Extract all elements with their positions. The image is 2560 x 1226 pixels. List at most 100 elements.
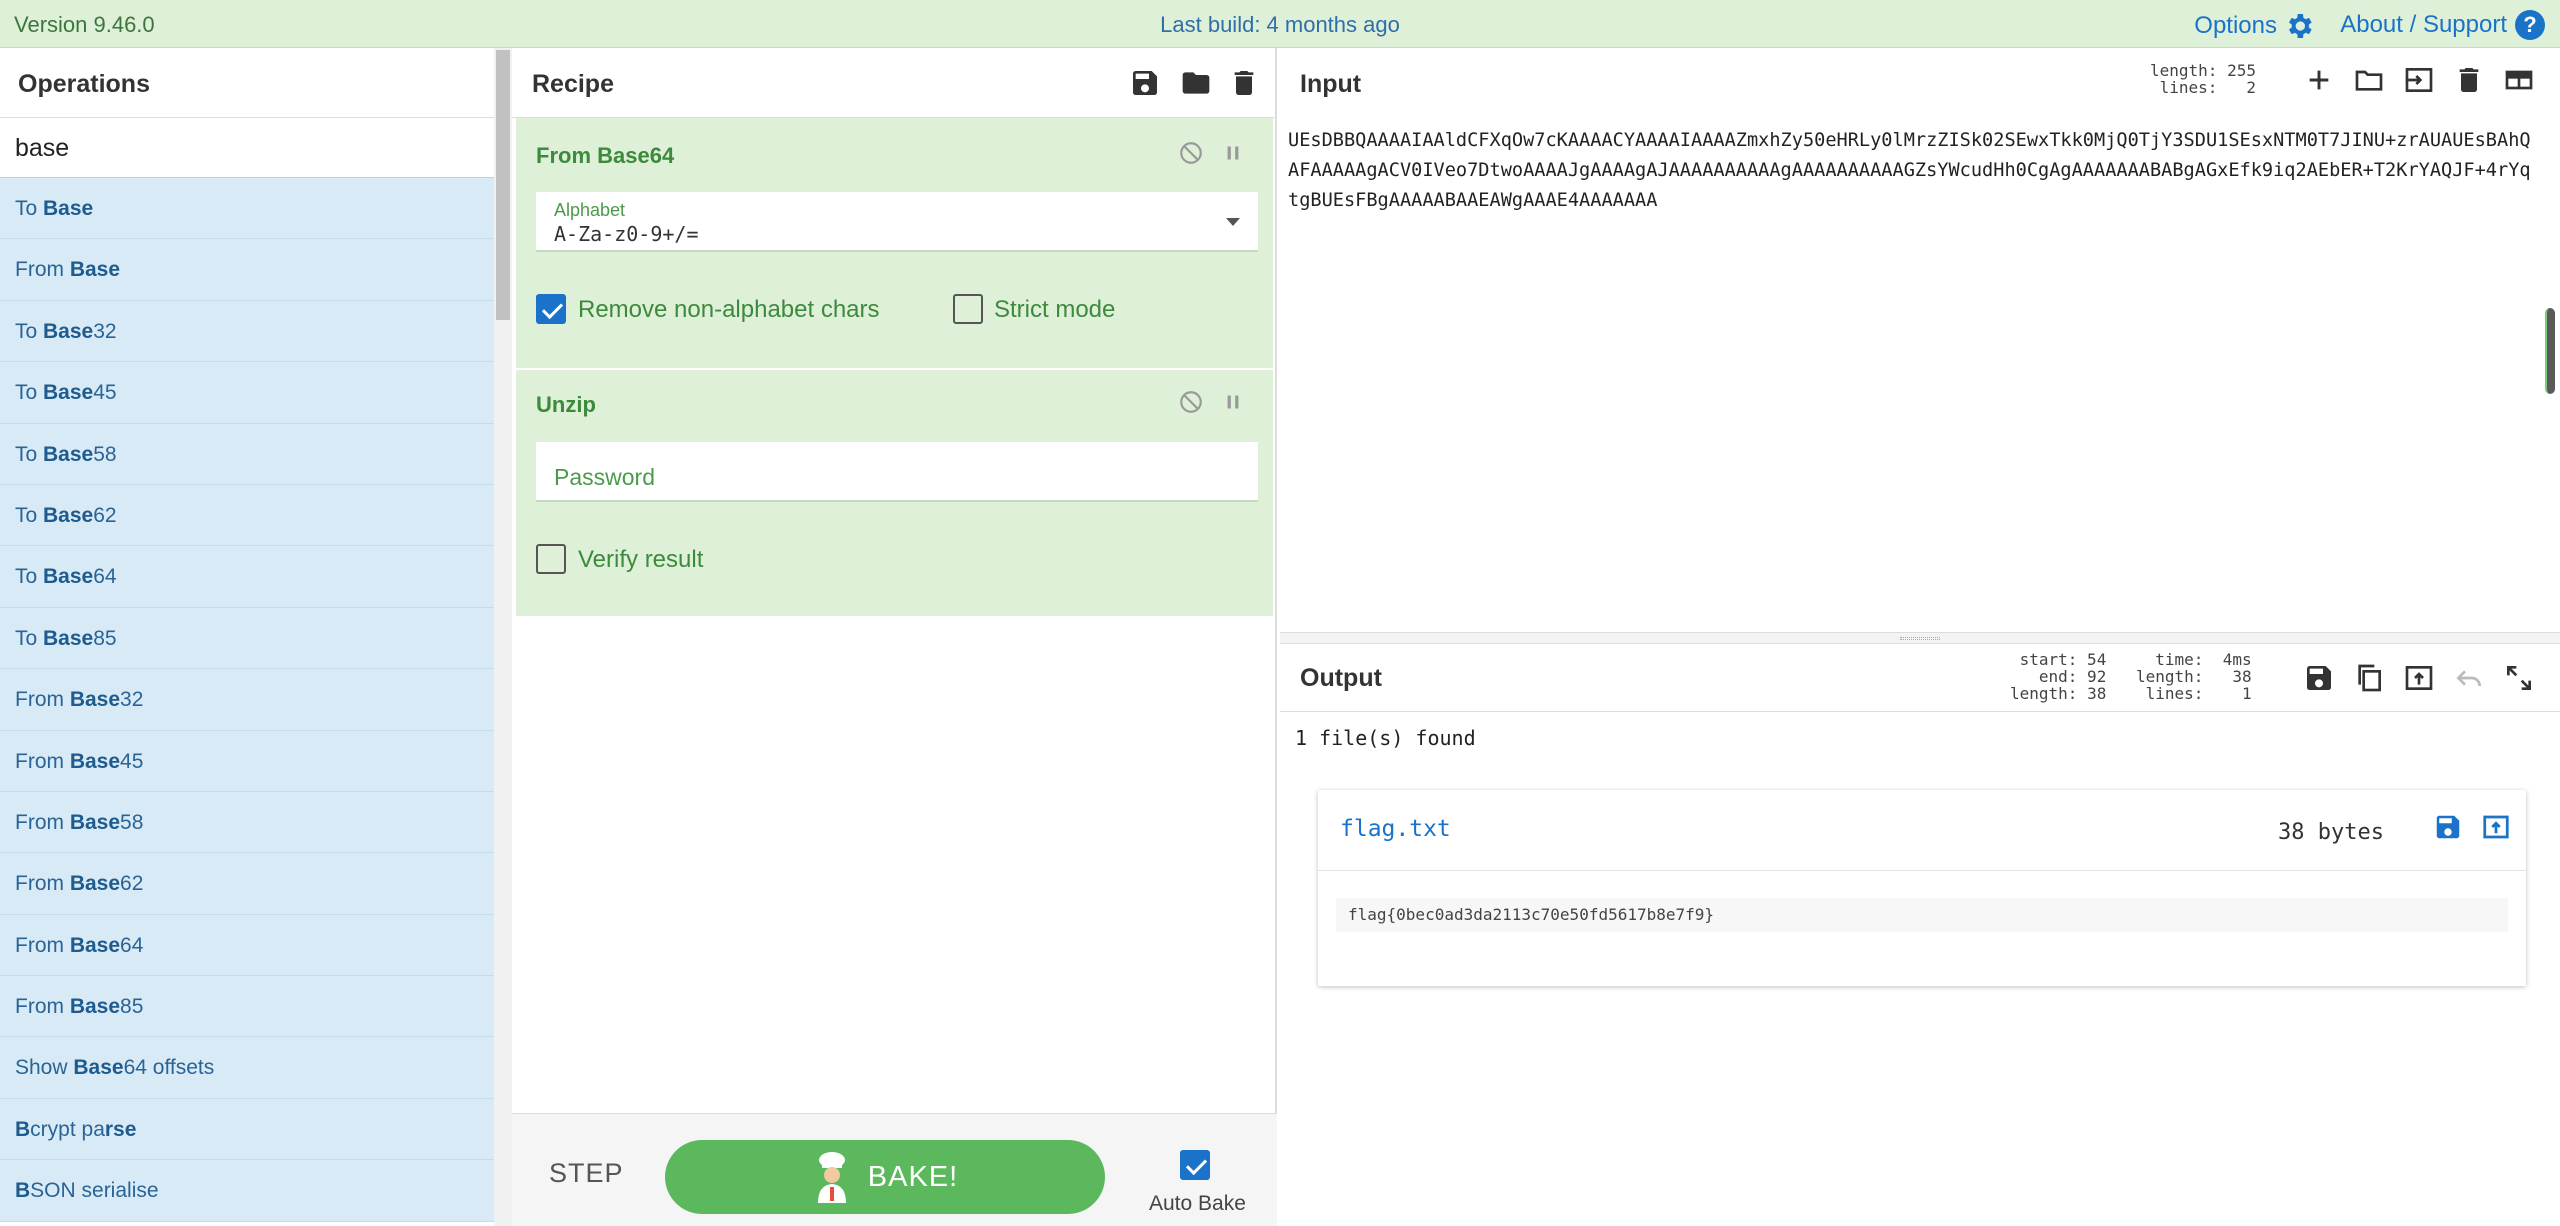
- password-placeholder: Password: [554, 464, 655, 490]
- pause-icon[interactable]: [1220, 389, 1246, 415]
- verify-result-checkbox[interactable]: [536, 544, 566, 574]
- operation-item[interactable]: Bcrypt parse: [0, 1098, 494, 1161]
- file-name-link[interactable]: flag.txt: [1340, 816, 1451, 842]
- input-scrollbar[interactable]: [2545, 308, 2555, 394]
- remove-non-alphabet-label: Remove non-alphabet chars: [578, 296, 880, 323]
- alphabet-value: A-Za-z0-9+/=: [554, 222, 699, 246]
- operation-item-text: 64 offsets: [123, 1056, 215, 1080]
- options-link[interactable]: Options: [2194, 10, 2315, 42]
- disable-icon[interactable]: [1178, 140, 1204, 166]
- load-recipe-folder-icon[interactable]: [1180, 67, 1212, 99]
- pause-icon[interactable]: [1220, 140, 1246, 166]
- clear-input-trash-icon[interactable]: [2453, 64, 2485, 96]
- operation-item[interactable]: Show Base64 offsets: [0, 1037, 494, 1099]
- operation-item[interactable]: From Base58: [0, 791, 494, 854]
- operation-item-match: Base: [73, 1056, 124, 1080]
- operation-item[interactable]: To Base62: [0, 484, 494, 547]
- operation-item-text: 58: [120, 810, 144, 834]
- operation-name: Unzip: [536, 392, 596, 417]
- input-stats: length: 255 lines: 2: [2150, 61, 2256, 97]
- operation-item[interactable]: To Base85: [0, 607, 494, 670]
- operation-item-text: 32: [120, 688, 144, 712]
- operation-item[interactable]: From Base: [0, 239, 494, 301]
- save-output-icon[interactable]: [2303, 662, 2335, 694]
- operation-item[interactable]: To Base45: [0, 362, 494, 424]
- operation-item-match: Base: [43, 626, 94, 650]
- operation-item[interactable]: BSON serialise: [0, 1160, 494, 1222]
- auto-bake-checkbox[interactable]: [1180, 1150, 1210, 1180]
- operation-item-text: To: [15, 381, 44, 405]
- open-folder-icon[interactable]: [2353, 64, 2385, 96]
- operation-item-text: To: [15, 197, 44, 220]
- operations-scrollbar[interactable]: [494, 48, 512, 1226]
- operation-item[interactable]: From Base32: [0, 669, 494, 731]
- operation-item[interactable]: From Base85: [0, 976, 494, 1038]
- options-label: Options: [2194, 12, 2277, 39]
- add-tab-icon[interactable]: [2303, 64, 2335, 96]
- operation-item[interactable]: From Base64: [0, 914, 494, 977]
- operation-item-text: 45: [120, 749, 144, 773]
- reset-layout-icon[interactable]: [2503, 64, 2535, 96]
- operation-item-match: Base: [69, 872, 121, 896]
- file-size: 38 bytes: [2278, 820, 2384, 845]
- operation-item-match: Base: [69, 258, 121, 282]
- io-divider[interactable]: [1280, 632, 2560, 644]
- operation-item[interactable]: To Base58: [0, 423, 494, 485]
- operation-item-text: From: [15, 749, 70, 773]
- auto-bake-label: Auto Bake: [1149, 1192, 1246, 1215]
- operation-item-text: 58: [93, 442, 117, 466]
- operation-item-match: B: [15, 1117, 31, 1141]
- operation-item[interactable]: To Base: [0, 178, 494, 240]
- clear-recipe-trash-icon[interactable]: [1228, 67, 1260, 99]
- operation-name: From Base64: [536, 143, 675, 168]
- output-title: Output: [1300, 664, 1382, 692]
- operation-item[interactable]: To Base32: [0, 300, 494, 363]
- alphabet-select[interactable]: Alphabet A-Za-z0-9+/=: [536, 192, 1258, 252]
- strict-mode-label: Strict mode: [994, 296, 1116, 323]
- scrollbar-thumb[interactable]: [496, 50, 510, 320]
- undo-icon[interactable]: [2453, 662, 2485, 694]
- open-file-icon[interactable]: [2403, 64, 2435, 96]
- step-button[interactable]: STEP: [549, 1158, 624, 1189]
- chevron-down-icon: [1226, 218, 1240, 226]
- bake-button[interactable]: BAKE!: [665, 1140, 1105, 1214]
- save-file-icon[interactable]: [2433, 812, 2463, 842]
- operation-item-text: 62: [93, 503, 117, 527]
- operation-item-text: To: [15, 442, 44, 466]
- operation-item-text: Show: [15, 1056, 74, 1080]
- save-recipe-icon[interactable]: [1129, 67, 1161, 99]
- resize-grip[interactable]: [1900, 637, 1940, 640]
- copy-output-icon[interactable]: [2353, 662, 2385, 694]
- operation-item-text: 64: [120, 933, 144, 957]
- disable-icon[interactable]: [1178, 389, 1204, 415]
- operation-item-match: Base: [69, 995, 121, 1019]
- maximise-icon[interactable]: [2503, 662, 2535, 694]
- operation-item-text: From: [15, 933, 70, 957]
- operation-item-text: 62: [120, 872, 144, 896]
- operation-item[interactable]: From Base45: [0, 730, 494, 792]
- operation-item[interactable]: To Base64: [0, 546, 494, 608]
- help-icon: ?: [2515, 10, 2545, 40]
- remove-non-alphabet-checkbox[interactable]: [536, 294, 566, 324]
- about-support-link[interactable]: About / Support ?: [2340, 10, 2545, 40]
- operation-item-match: Base: [43, 197, 94, 220]
- recipe-panel: Recipe From Base64 Alphabet A-Za-z0-9+/=…: [512, 48, 1277, 1226]
- open-file-in-input-icon[interactable]: [2481, 812, 2511, 842]
- bake-label: BAKE!: [867, 1160, 959, 1193]
- operation-item-text: From: [15, 810, 70, 834]
- input-textarea[interactable]: UEsDBBQAAAAIAAldCFXqOw7cKAAAACYAAAAIAAAA…: [1288, 126, 2538, 216]
- file-content: flag{0bec0ad3da2113c70e50fd5617b8e7f9}: [1336, 898, 2508, 932]
- operation-item[interactable]: From Base62: [0, 853, 494, 915]
- replace-input-icon[interactable]: [2403, 662, 2435, 694]
- output-summary: 1 file(s) found: [1295, 726, 1476, 750]
- about-support-label: About / Support: [2340, 11, 2507, 38]
- unzip-operation[interactable]: Unzip Password Verify result: [516, 370, 1273, 616]
- strict-mode-checkbox[interactable]: [953, 294, 983, 324]
- operation-item-text: 32: [93, 319, 117, 343]
- password-input[interactable]: Password: [536, 442, 1258, 502]
- output-header: Output start: 54 end: 92 length: 38 time…: [1280, 644, 2560, 712]
- operation-item-match: Base: [43, 319, 94, 343]
- operations-search-input[interactable]: base: [0, 118, 494, 178]
- from-base64-operation[interactable]: From Base64 Alphabet A-Za-z0-9+/= Remove…: [516, 118, 1273, 368]
- operation-item-text: To: [15, 319, 44, 343]
